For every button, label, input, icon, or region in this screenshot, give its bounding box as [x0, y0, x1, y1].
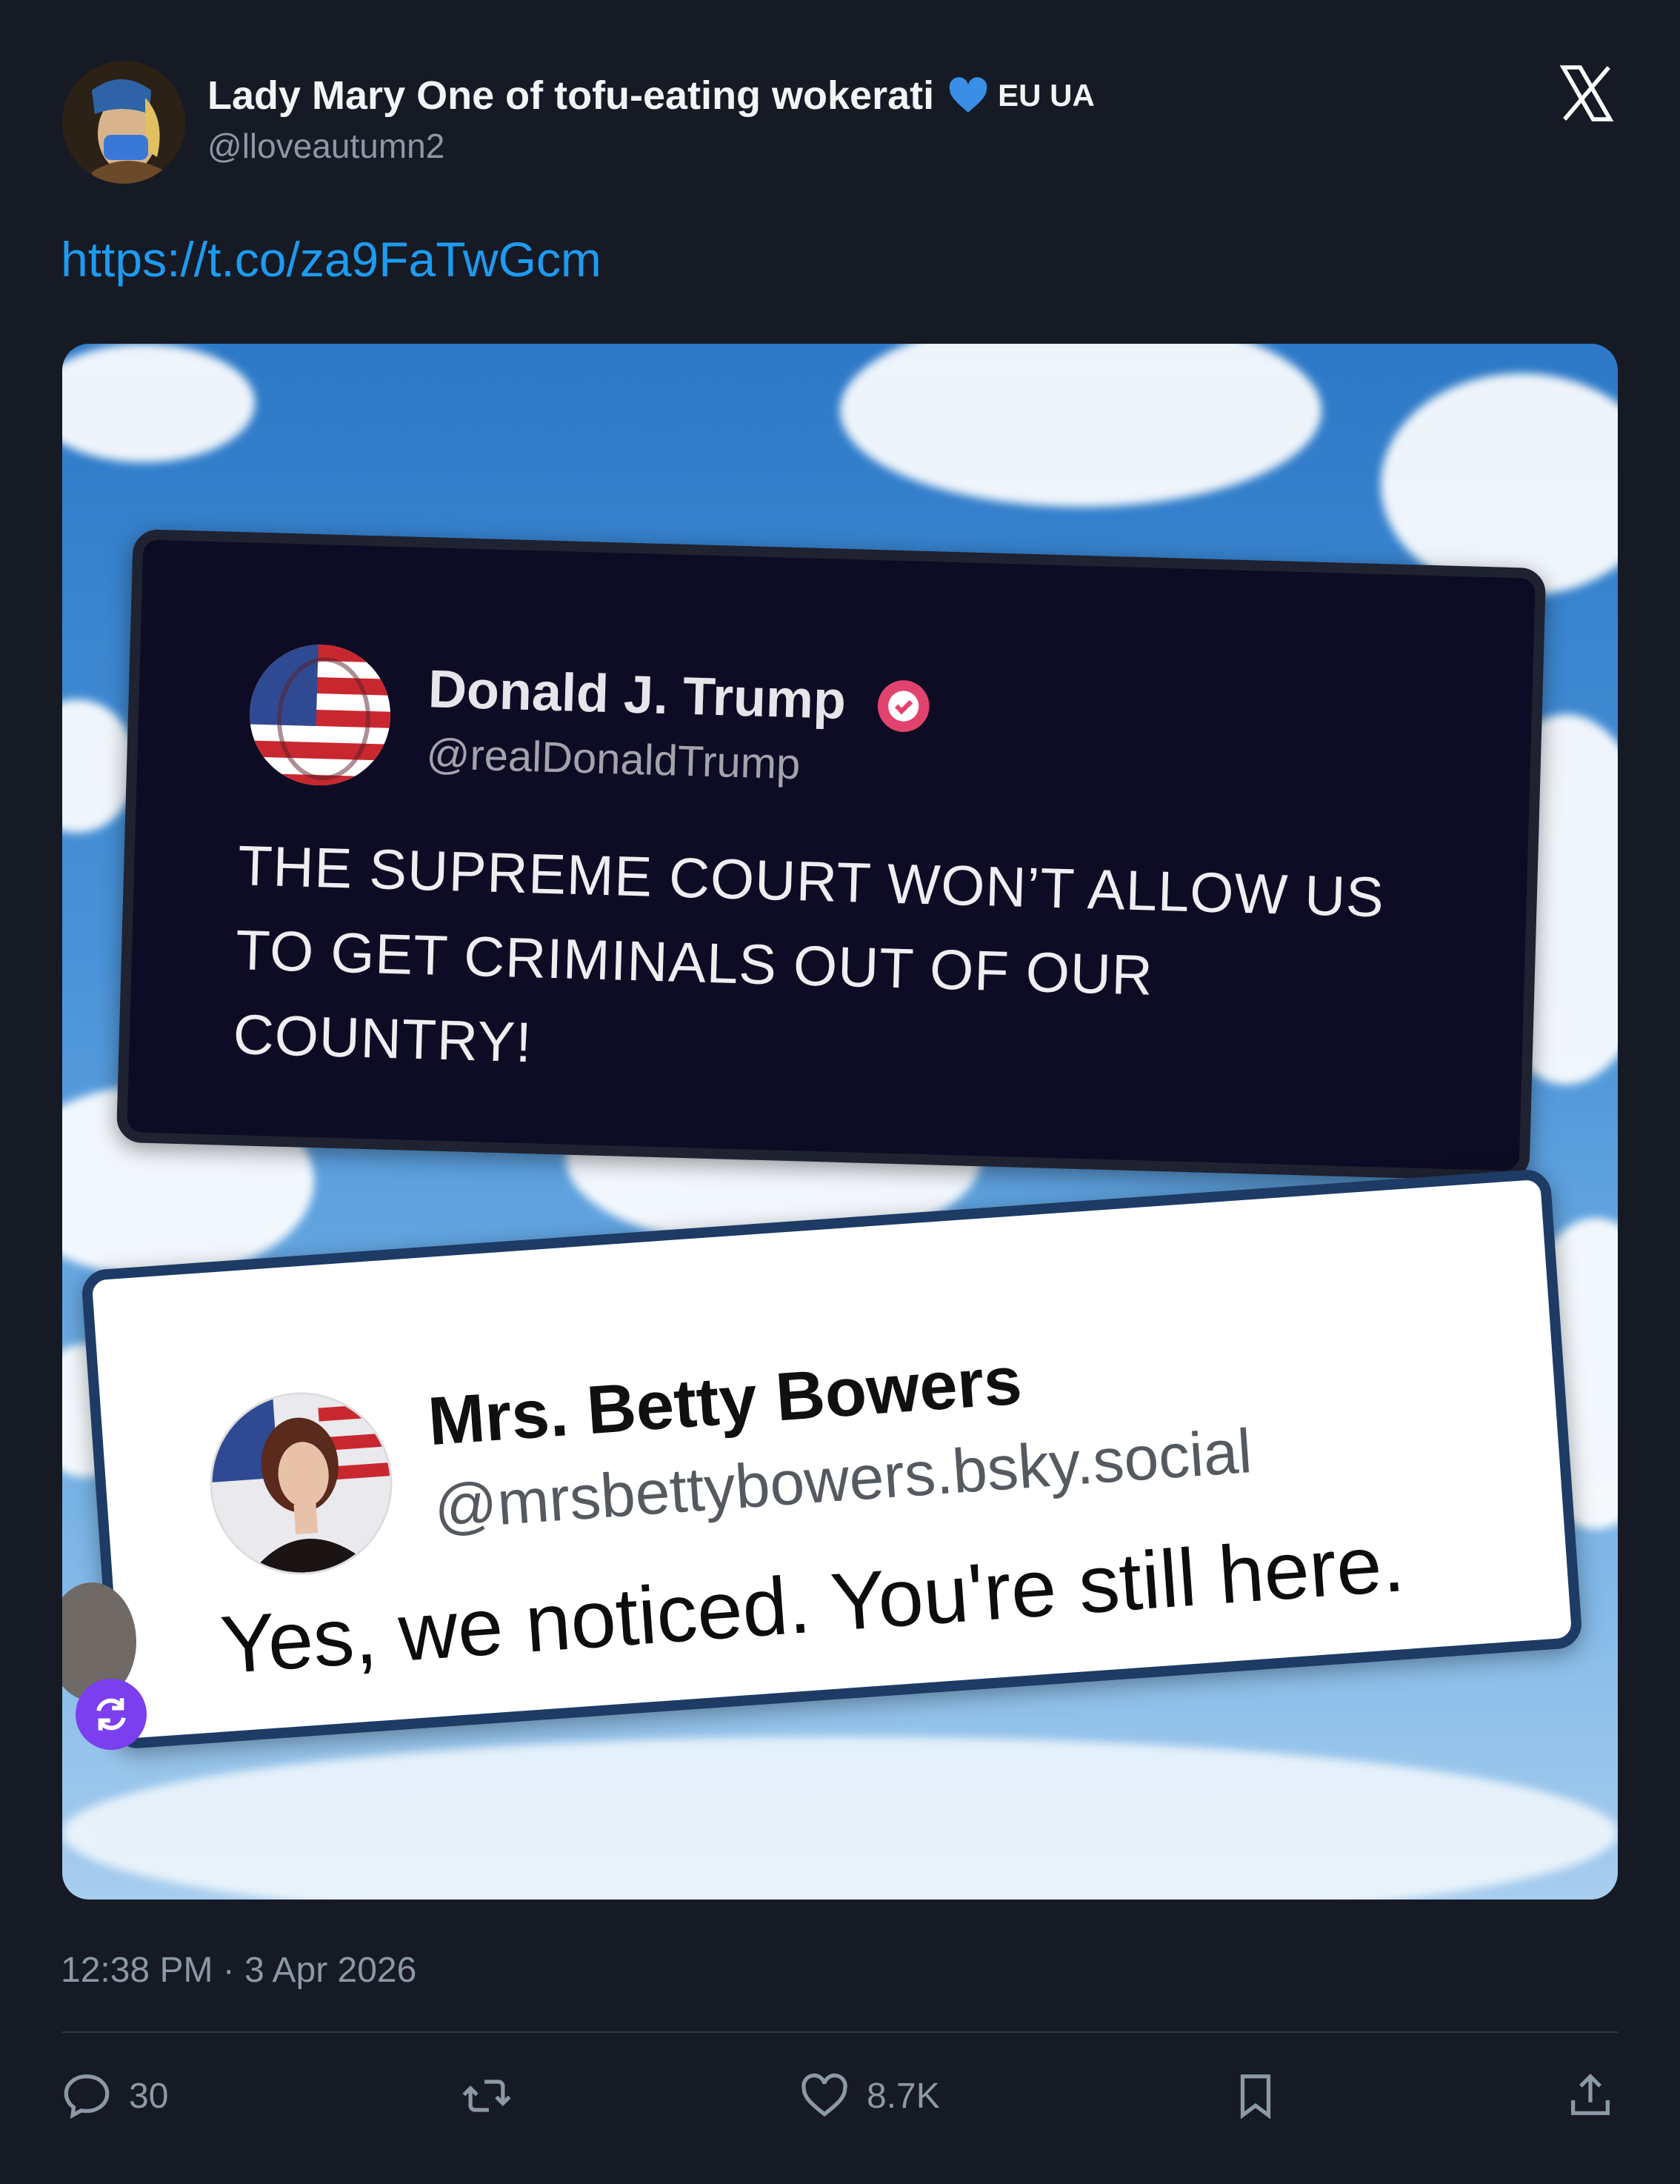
betty-avatar: [204, 1386, 399, 1581]
trump-post-text: THE SUPREME COURT WON’T ALLOW US TO GET …: [232, 834, 1385, 1075]
tweet-link[interactable]: https://t.co/za9FaTwGcm: [61, 231, 601, 287]
author-display-name[interactable]: Lady Mary One of tofu-eating wokerati EU…: [207, 73, 1095, 119]
trump-avatar: [247, 642, 393, 788]
cloud: [62, 344, 255, 462]
betty-post-text: Yes, we noticed. You're still here.: [218, 1517, 1407, 1691]
tweet-media-image[interactable]: Donald J. Trump @realDonaldTrump THE SUP…: [62, 344, 1618, 1900]
betty-post-card: Mrs. Betty Bowers @mrsbettybowers.bsky.s…: [80, 1168, 1584, 1750]
like-icon: [801, 2073, 847, 2117]
tweet-timestamp[interactable]: 12:38 PM · 3 Apr 2026: [61, 1950, 416, 1991]
cloud: [62, 1737, 1618, 1900]
heart-icon: [949, 77, 987, 113]
cloud: [840, 344, 1321, 507]
retweet-button[interactable]: [461, 2070, 513, 2122]
retweet-icon: [462, 2080, 511, 2112]
author-handle[interactable]: @lloveautumn2: [207, 126, 444, 166]
author-name-text[interactable]: Lady Mary One of tofu-eating wokerati: [207, 73, 934, 119]
like-button[interactable]: 8.7K: [799, 2070, 940, 2122]
bookmark-icon: [1240, 2074, 1271, 2120]
share-button[interactable]: [1564, 2070, 1616, 2122]
reply-icon: [64, 2074, 110, 2120]
author-avatar[interactable]: [62, 61, 185, 184]
cloud: [1381, 373, 1618, 596]
trump-name-text: Donald J. Trump: [427, 659, 847, 730]
reply-count: 30: [129, 2076, 169, 2116]
trump-handle: @realDonaldTrump: [425, 730, 801, 789]
bookmark-button[interactable]: [1230, 2070, 1281, 2122]
reply-button[interactable]: 30: [61, 2070, 168, 2122]
divider: [62, 2031, 1618, 2033]
author-flags: EU UA: [998, 78, 1095, 113]
share-icon: [1571, 2074, 1610, 2115]
verified-badge-icon: [877, 680, 930, 732]
trump-name: Donald J. Trump: [427, 659, 933, 735]
trump-post-card: Donald J. Trump @realDonaldTrump THE SUP…: [116, 529, 1547, 1182]
repost-icon: [76, 1679, 147, 1750]
like-count: 8.7K: [867, 2076, 940, 2116]
close-icon[interactable]: [1556, 62, 1618, 124]
